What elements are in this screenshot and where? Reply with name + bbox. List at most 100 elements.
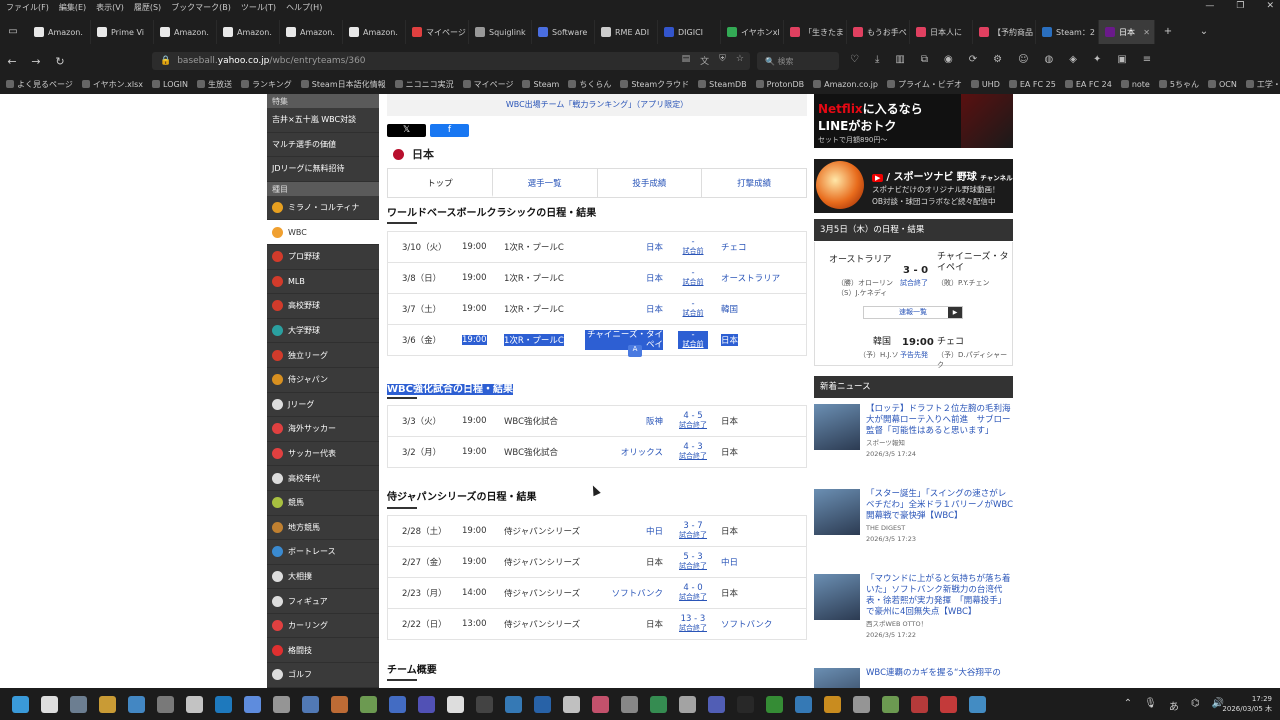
bookmark-item[interactable]: ニコニコ実況 (394, 79, 454, 90)
home-team-link[interactable]: ソフトバンク (612, 587, 663, 599)
addon-icon[interactable]: ◉ (944, 54, 953, 65)
maximize-icon[interactable]: ❐ (1236, 1, 1244, 11)
screenshot-icon[interactable]: ⧉ (921, 54, 928, 65)
game-row[interactable]: 2/27（金） 19:00 侍ジャパンシリーズ 日本 5 - 3 試合終了 中日 (387, 547, 807, 578)
taskbar-app-icon[interactable] (534, 695, 551, 713)
new-tab-icon[interactable]: + (1161, 25, 1175, 39)
windows-start-icon[interactable] (12, 695, 29, 713)
browser-tab[interactable]: Amazon. (217, 20, 280, 44)
menu-item[interactable]: ツール(T) (241, 2, 276, 13)
url-bar[interactable]: 🔒 baseball.yahoo.co.jp/wbc/entryteams/36… (152, 52, 750, 70)
shield-icon[interactable]: ⛨ (719, 54, 726, 67)
game2-away-team[interactable]: チェコ (937, 334, 964, 347)
pocket-icon[interactable]: ♡ (850, 54, 859, 65)
sidebar-sport-item[interactable]: サッカー代表 (267, 442, 379, 467)
home-team-link[interactable]: 日本 (646, 241, 663, 253)
home-team-link[interactable]: 阪神 (646, 415, 663, 427)
facebook-share-button[interactable]: f (430, 124, 469, 137)
bookmark-item[interactable]: OCN (1207, 80, 1237, 89)
game1-score[interactable]: 3 - 0 (903, 265, 928, 276)
mic-icon[interactable]: 🎙 (1144, 698, 1157, 713)
sync-icon[interactable]: ⟳ (969, 54, 977, 65)
taskbar-app-icon[interactable] (969, 695, 986, 713)
news-item[interactable]: 「スター誕生」「スイングの速さがレベチだわ」全米ドラ１パリーノがWBC開幕戦で豪… (814, 489, 1013, 544)
menu-item[interactable]: 編集(E) (59, 2, 86, 13)
app-menu-icon[interactable]: ≡ (1143, 54, 1151, 65)
sidebar-feature-item[interactable]: 吉井×五十嵐 WBC対談 (267, 108, 379, 133)
bookmark-item[interactable]: ちくらん (568, 79, 611, 90)
away-team-link[interactable]: 日本 (721, 334, 739, 346)
bookmark-item[interactable]: UHD (970, 80, 1000, 89)
taskbar-app-icon[interactable] (563, 695, 580, 713)
browser-tab[interactable]: もうお手ペ (847, 20, 910, 44)
taskbar-app-icon[interactable] (360, 695, 377, 713)
game-row[interactable]: 2/23（月） 14:00 侍ジャパンシリーズ ソフトバンク 4 - 0 試合終了 日本 (387, 578, 807, 609)
taskbar-app-icon[interactable] (824, 695, 841, 713)
sidebar-sport-item[interactable]: カーリング (267, 614, 379, 639)
browser-tab[interactable]: Amazon. (343, 20, 406, 44)
sidebar-sport-item[interactable]: MLB (267, 270, 379, 295)
away-team-link[interactable]: ソフトバンク (721, 618, 772, 630)
game-row[interactable]: 2/22（日） 13:00 侍ジャパンシリーズ 日本 13 - 3 試合終了 ソフトバンク (387, 609, 807, 640)
x-share-button[interactable]: 𝕏 (387, 124, 426, 137)
sidebar-sport-item[interactable]: ミラノ・コルティナ (267, 196, 379, 221)
sidebar-sport-item[interactable]: 競馬 (267, 491, 379, 516)
browser-tab[interactable]: Software (532, 20, 595, 44)
browser-tab[interactable]: イヤホンxl (721, 20, 784, 44)
taskbar-app-icon[interactable] (157, 695, 174, 713)
browser-tab[interactable]: Amazon. (154, 20, 217, 44)
puzzle-icon[interactable]: ✦ (1093, 54, 1101, 65)
team-tab[interactable]: 選手一覧 (493, 169, 598, 197)
reload-icon[interactable]: ↻ (48, 55, 72, 68)
taskbar-app-icon[interactable] (215, 695, 232, 713)
away-team-link[interactable]: 中日 (721, 556, 738, 568)
bookmark-item[interactable]: 5ちゃん (1158, 79, 1199, 90)
news-headline[interactable]: 「マウンドに上がると気持ちが落ち着いた」ソフトバンク新戦力の台湾代表・徐若熙が実… (866, 574, 1013, 618)
sidebar-sport-item[interactable]: 侍ジャパン (267, 368, 379, 393)
taskbar-app-icon[interactable] (99, 695, 116, 713)
bookmark-item[interactable]: EA FC 24 (1064, 80, 1112, 89)
download-icon[interactable]: ⤓ (875, 54, 879, 65)
sidebar-sport-item[interactable]: 独立リーグ (267, 343, 379, 368)
bookmark-item[interactable]: note (1120, 80, 1150, 89)
taskbar-app-icon[interactable] (447, 695, 464, 713)
news-headline[interactable]: 「スター誕生」「スイングの速さがレベチだわ」全米ドラ１パリーノがWBC開幕戦で豪… (866, 489, 1013, 522)
browser-tab[interactable]: Steam：2 (1036, 20, 1099, 44)
taskbar-app-icon[interactable] (795, 695, 812, 713)
menu-item[interactable]: 履歴(S) (134, 2, 161, 13)
sidebar-sport-item[interactable]: ゴルフ (267, 663, 379, 688)
away-team-link[interactable]: 日本 (721, 415, 738, 427)
game-score-link[interactable]: - 試合前 (678, 300, 708, 318)
reader-view-icon[interactable]: ▤ (682, 54, 691, 67)
browser-tab[interactable]: Amazon. (28, 20, 91, 44)
team-tab[interactable]: 打撃成績 (702, 169, 806, 197)
away-team-link[interactable]: オーストラリア (721, 272, 780, 284)
taskbar-app-icon[interactable] (940, 695, 957, 713)
game-row[interactable]: 3/8（日） 19:00 1次R・プールC 日本 - 試合前 オーストラリア (387, 263, 807, 294)
away-team-link[interactable]: 日本 (721, 446, 738, 458)
taskbar-app-icon[interactable] (505, 695, 522, 713)
game-row[interactable]: 3/7（土） 19:00 1次R・プールC 日本 - 試合前 韓国 (387, 294, 807, 325)
team-tab[interactable]: トップ (388, 169, 493, 197)
home-team-link[interactable]: チャイニーズ・タイペイ (585, 330, 663, 350)
game2-time[interactable]: 19:00 (902, 337, 934, 348)
taskbar-app-icon[interactable] (186, 695, 203, 713)
close-window-icon[interactable]: ✕ (1266, 1, 1274, 11)
news-headline[interactable]: 【ロッテ】ドラフト２位左腕の毛利海大が開幕ローテ入りへ前進 サブロー監督「可能性… (866, 404, 1013, 437)
home-team-link[interactable]: オリックス (621, 446, 663, 458)
game1-home-team[interactable]: オーストラリア (829, 252, 892, 265)
game-score-link[interactable]: 3 - 7 試合終了 (678, 522, 708, 540)
bookmark-item[interactable]: プライム・ビデオ (886, 79, 962, 90)
game-row[interactable]: 3/3（火） 19:00 WBC強化試合 阪神 4 - 5 試合終了 日本 (387, 406, 807, 437)
bookmark-item[interactable]: 生放送 (197, 79, 232, 90)
game-row[interactable]: 3/10（火） 19:00 1次R・プールC 日本 - 試合前 チェコ (387, 232, 807, 263)
account-icon[interactable]: ☺ (1018, 54, 1028, 65)
game-row[interactable]: 3/6（金） 19:00 1次R・プールC チャイニーズ・タイペイ - 試合前 日本 A (387, 325, 807, 357)
bookmark-item[interactable]: よく見るページ (6, 79, 73, 90)
sidebar-sport-item[interactable]: Jリーグ (267, 393, 379, 418)
library-icon[interactable]: ▥ (895, 54, 904, 65)
taskbar-app-icon[interactable] (70, 695, 87, 713)
taskbar-app-icon[interactable] (476, 695, 493, 713)
menu-item[interactable]: ヘルプ(H) (286, 2, 322, 13)
clock[interactable]: 17:29 2026/03/05 木 (1222, 694, 1272, 714)
